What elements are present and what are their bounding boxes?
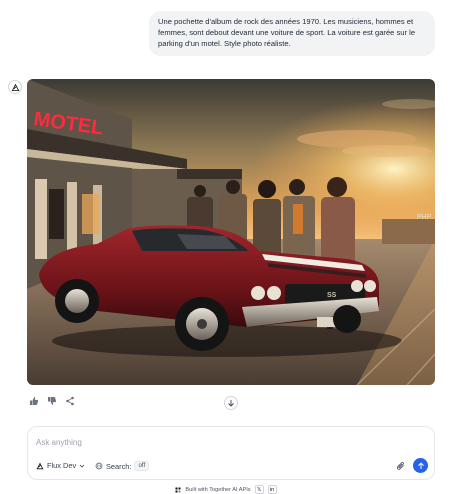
search-state-badge: off bbox=[134, 461, 150, 471]
send-button[interactable] bbox=[413, 458, 428, 473]
globe-icon bbox=[95, 462, 103, 470]
model-selector[interactable]: Flux Dev bbox=[36, 461, 85, 470]
flux-logo-icon bbox=[36, 462, 44, 469]
chat-input[interactable] bbox=[36, 435, 416, 449]
far-sign-text: PHP bbox=[417, 214, 432, 221]
search-label: Search: bbox=[106, 461, 132, 471]
footer: Built with Together AI APIs 𝕏 in bbox=[0, 485, 452, 494]
chat-composer: Flux Dev Search: off bbox=[27, 426, 435, 480]
share-icon[interactable] bbox=[64, 395, 76, 407]
thumbs-up-icon[interactable] bbox=[28, 395, 40, 407]
thumbs-down-icon[interactable] bbox=[46, 395, 58, 407]
message-actions bbox=[28, 395, 76, 407]
x-link-icon[interactable]: 𝕏 bbox=[254, 485, 264, 494]
scroll-down-button[interactable] bbox=[224, 396, 238, 410]
user-message-bubble: Une pochette d'album de rock des années … bbox=[149, 11, 435, 56]
search-toggle[interactable]: Search: off bbox=[95, 461, 150, 471]
together-logo-icon bbox=[175, 487, 181, 492]
assistant-avatar-icon bbox=[8, 80, 22, 94]
arrow-up-icon bbox=[417, 462, 424, 469]
car-badge-text: SS bbox=[327, 292, 337, 299]
attach-button[interactable] bbox=[395, 460, 407, 472]
model-label: Flux Dev bbox=[47, 461, 77, 470]
paperclip-icon bbox=[396, 462, 404, 470]
linkedin-link-icon[interactable]: in bbox=[267, 485, 277, 494]
generated-image[interactable]: MOTEL PHP SS bbox=[27, 79, 435, 385]
footer-text: Built with Together AI APIs bbox=[185, 486, 251, 493]
arrow-down-icon bbox=[228, 400, 234, 407]
chevron-down-icon bbox=[79, 464, 85, 468]
